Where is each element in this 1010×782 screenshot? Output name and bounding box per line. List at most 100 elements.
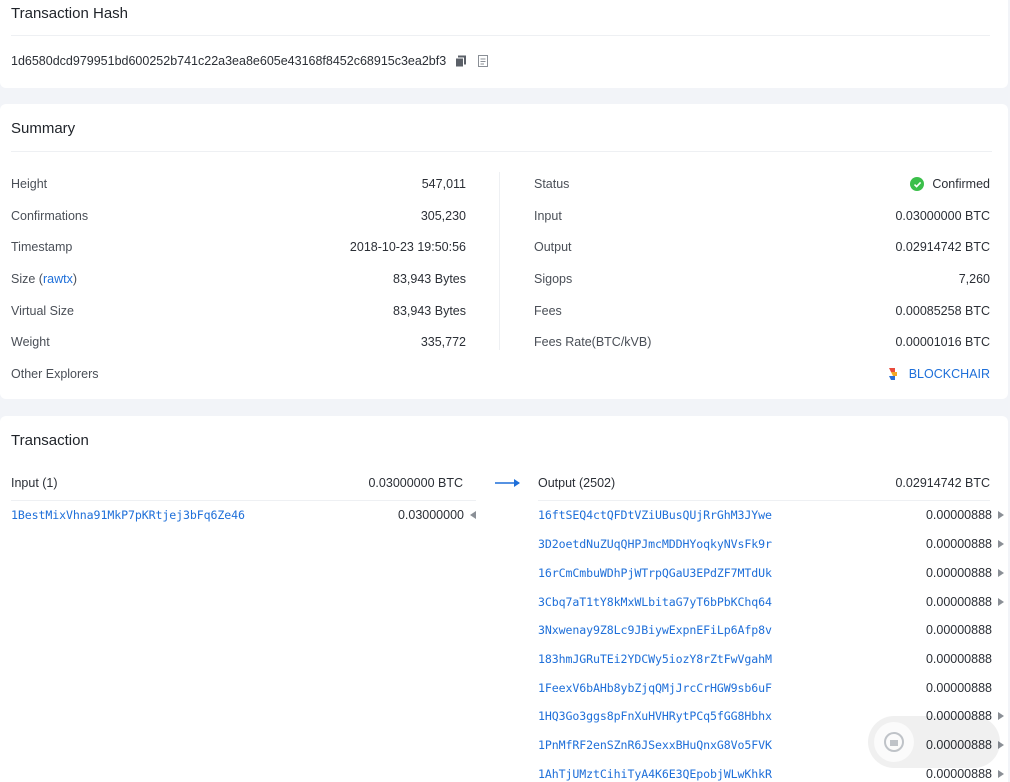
output-amount: 0.00000888 [925, 566, 992, 580]
output-address-link[interactable]: 3Cbq7aT1tY8kMxWLbitaG7yT6bPbKChq64 [538, 595, 772, 609]
output-address-link[interactable]: 16rCmCmbuWDhPjWTrpQGaU3EPdZF7MTdUk [538, 566, 772, 580]
outputs-header: Output (2502) 0.02914742 BTC [538, 474, 990, 492]
summary-row-output: Output 0.02914742 BTC [534, 237, 990, 257]
output-amount-wrap: 0.00000888 [926, 709, 1004, 723]
output-row: 1PnMfRF2enSZnR6JSexxBHuQnxG8Vo5FVK 0.0000… [538, 735, 1004, 755]
document-icon[interactable] [476, 54, 490, 68]
outputs-count-label: Output (2502) [538, 476, 616, 490]
triangle-right-icon[interactable] [998, 569, 1004, 577]
transaction-hash-value[interactable]: 1d6580dcd979951bd600252b741c22a3ea8e605e… [11, 54, 446, 68]
triangle-left-icon[interactable] [470, 511, 476, 519]
output-address-link[interactable]: 183hmJGRuTEi2YDCWy5iozY8rZtFwVgahM [538, 652, 772, 666]
size-label: Size (rawtx) [11, 272, 78, 286]
output-address-link[interactable]: 1PnMfRF2enSZnR6JSexxBHuQnxG8Vo5FVK [538, 738, 772, 752]
height-label: Height [11, 177, 48, 191]
output-amount: 0.00000888 [925, 623, 992, 637]
output-address-link[interactable]: 1HQ3Go3ggs8pFnXuHVHRytPCq5fGG8Hbhx [538, 709, 772, 723]
output-amount: 0.00000888 [925, 652, 992, 666]
timestamp-value: 2018-10-23 19:50:56 [349, 240, 466, 254]
output-amount: 0.00000888 [925, 709, 992, 723]
check-circle-icon [910, 177, 925, 191]
output-amount-wrap: 0.00000888 [926, 566, 1004, 580]
copy-icon[interactable] [454, 54, 468, 68]
inputs-count-label: Input (1) [11, 476, 58, 490]
output-amount: 0.00000888 [925, 681, 992, 695]
outputs-total: 0.02914742 BTC [895, 476, 990, 490]
sigops-label: Sigops [534, 272, 573, 286]
triangle-right-icon[interactable] [998, 511, 1004, 519]
transaction-hash-title: Transaction Hash [11, 5, 128, 22]
transaction-hash-card: Transaction Hash 1d6580dcd979951bd600252… [0, 0, 1008, 88]
hash-row: 1d6580dcd979951bd600252b741c22a3ea8e605e… [11, 54, 490, 68]
column-separator [499, 172, 500, 350]
input-amount: 0.03000000 [397, 508, 464, 522]
output-amount-wrap: 0.00000888 [926, 508, 1004, 522]
output-amount-wrap: 0.00000888 [926, 738, 1004, 752]
output-amount-wrap: 0.00000888 [926, 623, 1004, 637]
summary-row-weight: Weight 335,772 [11, 332, 466, 352]
blockchair-icon [888, 368, 897, 380]
output-value: 0.02914742 BTC [895, 240, 990, 254]
summary-row-sigops: Sigops 7,260 [534, 269, 990, 289]
blockchair-link[interactable]: BLOCKCHAIR [909, 367, 990, 381]
summary-row-fees: Fees 0.00085258 BTC [534, 301, 990, 321]
height-link[interactable]: 547,011 [422, 177, 466, 191]
output-amount-wrap: 0.00000888 [926, 681, 1004, 695]
output-amount: 0.00000888 [925, 537, 992, 551]
output-row: 3D2oetdNuZUqQHPJmcMDDHYoqkyNVsFk9r 0.0000… [538, 534, 1004, 554]
triangle-right-icon[interactable] [998, 770, 1004, 778]
summary-row-fees-rate: Fees Rate(BTC/kVB) 0.00001016 BTC [534, 332, 990, 352]
divider [11, 151, 992, 152]
input-row: 1BestMixVhna91MkP7pKRtjej3bFq6Ze46 0.030… [11, 505, 476, 525]
summary-row-status: Status Confirmed [534, 174, 990, 194]
status-value: Confirmed [932, 177, 990, 191]
output-row: 1AhTjUMztCihiTyA4K6E3QEpobjWLwKhkR 0.0000… [538, 764, 1004, 782]
output-amount-wrap: 0.00000888 [926, 595, 1004, 609]
output-address-link[interactable]: 1FeexV6bAHb8ybZjqQMjJrcCrHGW9sb6uF [538, 681, 772, 695]
output-amount: 0.00000888 [925, 508, 992, 522]
output-row: 1FeexV6bAHb8ybZjqQMjJrcCrHGW9sb6uF 0.0000… [538, 678, 1004, 698]
fees-rate-value: 0.00001016 BTC [895, 335, 990, 349]
output-row: 1HQ3Go3ggs8pFnXuHVHRytPCq5fGG8Hbhx 0.0000… [538, 706, 1004, 726]
summary-row-virtual-size: Virtual Size 83,943 Bytes [11, 301, 466, 321]
output-row: 183hmJGRuTEi2YDCWy5iozY8rZtFwVgahM 0.0000… [538, 649, 1004, 669]
divider [538, 500, 990, 501]
summary-row-confirmations: Confirmations 305,230 [11, 206, 466, 226]
output-address-link[interactable]: 3Nxwenay9Z8Lc9JBiywExpnEFiLp6Afp8v [538, 623, 772, 637]
output-address-link[interactable]: 3D2oetdNuZUqQHPJmcMDDHYoqkyNVsFk9r [538, 537, 772, 551]
triangle-right-icon[interactable] [998, 741, 1004, 749]
triangle-right-icon[interactable] [998, 540, 1004, 548]
weight-label: Weight [11, 335, 50, 349]
fees-value: 0.00085258 BTC [895, 304, 990, 318]
status-label: Status [534, 177, 570, 191]
triangle-right-icon[interactable] [998, 712, 1004, 720]
summary-title: Summary [11, 120, 76, 137]
sigops-value: 7,260 [958, 272, 990, 286]
output-amount: 0.00000888 [925, 738, 992, 752]
confirmations-label: Confirmations [11, 209, 89, 223]
summary-row-input: Input 0.03000000 BTC [534, 206, 990, 226]
output-amount-wrap: 0.00000888 [926, 652, 1004, 666]
input-address-link[interactable]: 1BestMixVhna91MkP7pKRtjej3bFq6Ze46 [11, 508, 245, 522]
output-row: 3Cbq7aT1tY8kMxWLbitaG7yT6bPbKChq64 0.0000… [538, 592, 1004, 612]
size-label-text: Size [11, 272, 36, 286]
arrow-right-icon [495, 479, 520, 487]
triangle-right-icon[interactable] [998, 598, 1004, 606]
output-row: 16ftSEQ4ctQFDtVZiUBusQUjRrGhM3JYwe 0.0000… [538, 505, 1004, 525]
virtual-size-value: 83,943 Bytes [393, 304, 466, 318]
rawtx-link[interactable]: rawtx [43, 272, 73, 286]
input-value: 0.03000000 BTC [895, 209, 990, 223]
confirmations-value: 305,230 [420, 209, 466, 223]
output-amount-wrap: 0.00000888 [926, 537, 1004, 551]
output-amount-wrap: 0.00000888 [926, 767, 1004, 781]
summary-row-timestamp: Timestamp 2018-10-23 19:50:56 [11, 237, 466, 257]
output-amount: 0.00000888 [925, 767, 992, 781]
output-address-link[interactable]: 16ftSEQ4ctQFDtVZiUBusQUjRrGhM3JYwe [538, 508, 772, 522]
status-value-wrap: Confirmed [910, 177, 990, 191]
fees-label: Fees [534, 304, 562, 318]
output-address-link[interactable]: 1AhTjUMztCihiTyA4K6E3QEpobjWLwKhkR [538, 767, 772, 781]
blockchair-link-wrap[interactable]: BLOCKCHAIR [887, 367, 990, 381]
summary-row-height: Height 547,011 [11, 174, 466, 194]
summary-row-other-explorers: Other Explorers BLOCKCHAIR [11, 364, 990, 384]
virtual-size-label: Virtual Size [11, 304, 74, 318]
